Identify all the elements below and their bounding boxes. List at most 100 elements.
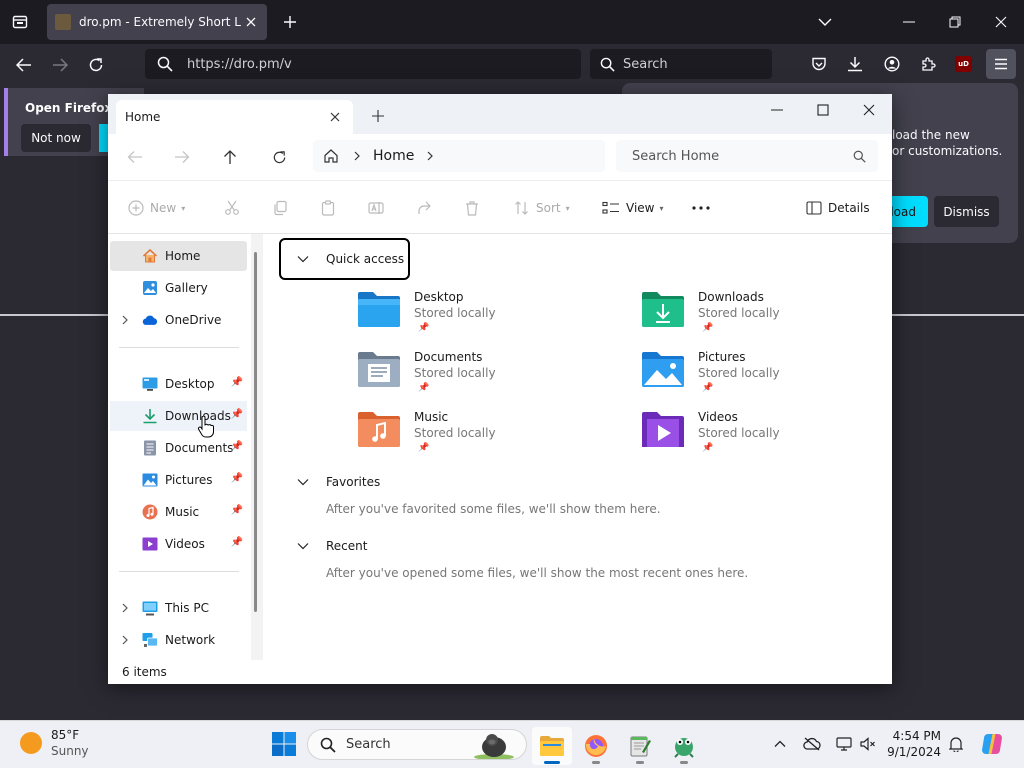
- nav-item-this-pc[interactable]: This PC: [110, 593, 247, 623]
- downloads-icon[interactable]: [843, 52, 867, 76]
- restore-icon[interactable]: [943, 10, 967, 34]
- volume-muted-icon[interactable]: [858, 734, 878, 754]
- home-icon[interactable]: [323, 148, 339, 164]
- hamburger-menu-icon[interactable]: [986, 49, 1016, 79]
- nav-item-documents[interactable]: Documents 📌: [110, 433, 247, 463]
- close-window-icon[interactable]: [853, 98, 885, 122]
- taskbar-app-firefox[interactable]: [576, 727, 616, 765]
- group-header-recent[interactable]: Recent: [296, 534, 367, 558]
- sort-button[interactable]: Sort ▾: [514, 196, 570, 220]
- weather-temperature[interactable]: 85°F: [51, 728, 79, 742]
- back-arrow-icon[interactable]: [11, 53, 37, 77]
- reload-icon[interactable]: [83, 53, 109, 77]
- account-icon[interactable]: [880, 52, 904, 76]
- show-hidden-icons-chevron-up-icon[interactable]: [770, 734, 790, 754]
- taskbar-clock-time[interactable]: 4:54 PM: [885, 729, 941, 743]
- taskbar-app-file-explorer[interactable]: [532, 727, 572, 765]
- taskbar-app-notepad[interactable]: [620, 727, 660, 765]
- close-window-icon[interactable]: [989, 10, 1013, 34]
- web-search-bar[interactable]: Search: [590, 49, 772, 79]
- copilot-icon[interactable]: [980, 732, 1004, 756]
- quick-access-item-videos[interactable]: Videos Stored locally 📌: [641, 410, 891, 464]
- nav-item-onedrive[interactable]: OneDrive: [110, 305, 247, 335]
- delete-button[interactable]: [464, 196, 480, 220]
- group-header-favorites[interactable]: Favorites: [296, 470, 380, 494]
- back-arrow-icon[interactable]: [123, 146, 147, 168]
- pocket-icon[interactable]: [807, 52, 831, 76]
- taskbar-clock-date[interactable]: 9/1/2024: [885, 745, 941, 759]
- new-button[interactable]: New ▾: [128, 196, 185, 220]
- nav-item-music[interactable]: Music 📌: [110, 497, 247, 527]
- sun-icon[interactable]: [20, 732, 42, 754]
- chevron-down-icon[interactable]: [296, 252, 310, 266]
- pin-icon[interactable]: 📌: [231, 505, 243, 516]
- taskbar-app-custom[interactable]: [664, 727, 704, 765]
- chevron-down-icon[interactable]: [296, 475, 310, 489]
- popup-dismiss-button[interactable]: Dismiss: [934, 196, 999, 227]
- minimize-icon[interactable]: [761, 98, 793, 122]
- nav-scrollbar-thumb[interactable]: [254, 252, 257, 612]
- quick-access-item-downloads[interactable]: Downloads Stored locally 📌: [641, 290, 891, 344]
- chevron-right-icon[interactable]: [120, 633, 130, 647]
- up-arrow-icon[interactable]: [218, 146, 242, 168]
- nav-scrollbar-track[interactable]: [251, 234, 263, 660]
- explorer-search-input[interactable]: Search Home: [616, 140, 878, 172]
- cut-button[interactable]: [224, 196, 240, 220]
- quick-access-item-music[interactable]: Music Stored locally 📌: [357, 410, 607, 464]
- close-tab-icon[interactable]: [241, 12, 261, 32]
- details-pane-button[interactable]: Details: [806, 196, 870, 220]
- rename-button[interactable]: [368, 196, 384, 220]
- browser-tab[interactable]: dro.pm - Extremely Short Links: [47, 4, 267, 40]
- quick-access-item-documents[interactable]: Documents Stored locally 📌: [357, 350, 607, 404]
- chevron-right-icon[interactable]: [120, 313, 130, 327]
- not-now-button[interactable]: Not now: [21, 124, 91, 152]
- chevron-right-icon[interactable]: [120, 601, 130, 615]
- taskbar-search-box[interactable]: Search: [307, 729, 527, 760]
- forward-arrow-icon[interactable]: [47, 53, 73, 77]
- breadcrumb-home[interactable]: Home: [373, 148, 414, 164]
- close-tab-icon[interactable]: [325, 107, 345, 127]
- chevron-down-icon[interactable]: [296, 539, 310, 553]
- ublock-origin-icon[interactable]: uD: [955, 56, 972, 72]
- maximize-icon[interactable]: [807, 98, 839, 122]
- nav-item-videos[interactable]: Videos 📌: [110, 529, 247, 559]
- nav-item-gallery[interactable]: Gallery: [110, 273, 247, 303]
- weather-condition[interactable]: Sunny: [51, 744, 89, 758]
- pin-icon[interactable]: 📌: [231, 409, 243, 420]
- nav-item-home[interactable]: Home: [110, 241, 247, 271]
- share-button[interactable]: [416, 196, 432, 220]
- see-more-button[interactable]: [692, 196, 710, 220]
- windows-start-icon[interactable]: [270, 730, 298, 758]
- chevron-down-icon[interactable]: [813, 10, 837, 34]
- chevron-right-icon[interactable]: [353, 151, 361, 161]
- new-tab-icon[interactable]: [368, 106, 388, 126]
- extensions-icon[interactable]: [916, 52, 940, 76]
- address-bar[interactable]: Home: [313, 140, 605, 172]
- nav-item-network[interactable]: Network: [110, 625, 247, 655]
- pin-icon[interactable]: 📌: [231, 473, 243, 484]
- nav-item-pictures[interactable]: Pictures 📌: [110, 465, 247, 495]
- list-all-tabs-icon[interactable]: [8, 10, 32, 34]
- forward-arrow-icon[interactable]: [170, 146, 194, 168]
- nav-item-desktop[interactable]: Desktop 📌: [110, 369, 247, 399]
- view-button[interactable]: View ▾: [602, 196, 664, 220]
- url-bar[interactable]: https://dro.pm/v: [145, 49, 581, 79]
- quick-access-item-desktop[interactable]: Desktop Stored locally 📌: [357, 290, 607, 344]
- explorer-tab[interactable]: Home: [116, 100, 353, 134]
- explorer-command-bar: New ▾ Sort ▾ View ▾ Details: [108, 180, 892, 234]
- pin-icon[interactable]: 📌: [231, 441, 243, 452]
- chevron-right-icon[interactable]: [426, 151, 434, 161]
- notification-bell-icon[interactable]: [946, 734, 966, 754]
- minimize-icon[interactable]: [897, 10, 921, 34]
- onedrive-offline-icon[interactable]: [802, 734, 822, 754]
- nav-item-downloads[interactable]: Downloads 📌: [110, 401, 247, 431]
- pin-icon[interactable]: 📌: [231, 377, 243, 388]
- paste-button[interactable]: [320, 196, 336, 220]
- pin-icon[interactable]: 📌: [231, 537, 243, 548]
- new-tab-icon[interactable]: [278, 10, 302, 34]
- group-header-quick-access[interactable]: Quick access: [296, 247, 404, 271]
- refresh-icon[interactable]: [267, 146, 291, 168]
- copy-button[interactable]: [272, 196, 288, 220]
- quick-access-item-pictures[interactable]: Pictures Stored locally 📌: [641, 350, 891, 404]
- display-icon[interactable]: [834, 734, 854, 754]
